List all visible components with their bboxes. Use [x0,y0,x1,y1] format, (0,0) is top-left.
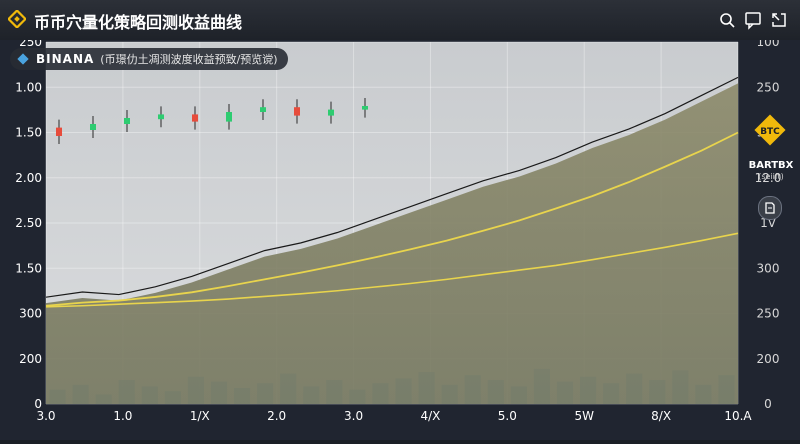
chart-panel: 3.0 1.0 1/X 2.0 3.0 4/X 5.0 5W 8/X 10.A 250 1.00 1.5… [0,35,800,440]
x-tick-label: 5W [574,409,594,423]
btc-badge-icon[interactable]: BTC [752,112,788,148]
candle-body [226,112,232,122]
candle-body [362,106,368,110]
x-tick-label: 10.A [724,409,752,423]
binance-logo-icon [8,10,26,28]
search-icon[interactable] [716,9,738,31]
y-tick-label-right: 250 [757,307,780,321]
pair-label: BARTBX [748,160,794,171]
candle-body [192,114,198,122]
chat-icon[interactable] [742,9,764,31]
candle-body [328,109,334,116]
backtest-chart: 3.0 1.0 1/X 2.0 3.0 4/X 5.0 5W 8/X 10.A 250 1.00 1.5… [15,35,781,423]
candle-body [294,107,300,116]
candle-body [260,107,266,112]
candle-body [158,114,164,120]
page-title: 币币穴量化策略回测收益曲线 [34,13,243,32]
x-tick-label: 8/X [651,409,671,423]
x-tick-label: 3.0 [36,409,55,423]
y-tick-label-right: 300 [757,261,780,275]
candle-body [124,118,130,124]
y-tick-label-right: 200 [757,352,780,366]
x-tick-label: 1/X [190,409,210,423]
y-tick-label-left: 2.00 [15,171,42,185]
y-tick-label-left: 300 [19,307,42,321]
strategy-subtitle: (币璟仂土凋测波度收益预致/预览谠) [100,53,278,66]
x-tick-label: 4/X [420,409,440,423]
binance-small-icon [17,53,29,65]
expand-icon[interactable] [768,9,790,31]
y-tick-label-left: 1.50 [15,261,42,275]
y-tick-label-right: 250 [757,80,780,94]
y-tick-label-left: 1.00 [15,80,42,94]
y-tick-label-left: 1.50 [15,126,42,140]
candle-body [56,127,62,136]
x-tick-label: 3.0 [344,409,363,423]
x-tick-label: 1.0 [113,409,132,423]
y-tick-label-left: 0 [34,397,42,411]
file-button[interactable] [758,196,782,220]
brand-label: BINANA [36,52,95,66]
y-tick-label-right: 100 [757,40,780,49]
title-bar: 币币穴量化策略回测收益曲线 [0,0,800,41]
badge-text: BTC [760,127,780,137]
strategy-pill[interactable]: BINANA (币璟仂土凋测波度收益预致/预览谠) [10,48,288,70]
y-tick-label-right: 0 [764,397,772,411]
pair-sub-label: (seiift) [758,172,784,181]
y-tick-label-left: 2.50 [15,216,42,230]
candle-body [90,124,96,130]
x-tick-label: 5.0 [498,409,517,423]
y-tick-label-left: 200 [19,352,42,366]
x-tick-label: 2.0 [267,409,286,423]
file-icon [765,202,775,214]
